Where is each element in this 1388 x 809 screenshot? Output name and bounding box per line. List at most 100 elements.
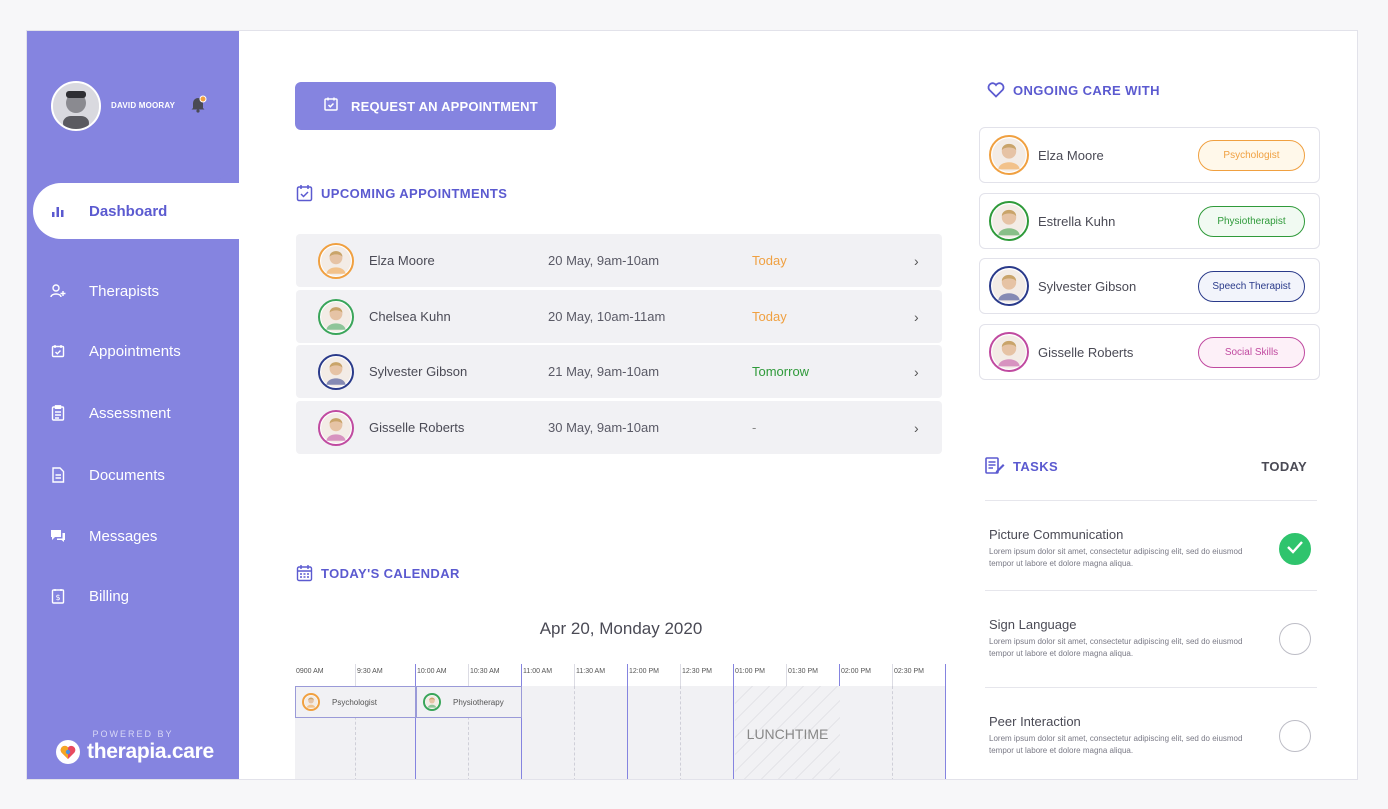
sidebar-item-label: Documents: [89, 466, 165, 484]
sidebar-item-label: Dashboard: [89, 202, 168, 220]
calendar-slot[interactable]: [681, 686, 734, 779]
svg-text:$: $: [55, 593, 60, 602]
calendar-event[interactable]: Psychologist: [295, 686, 416, 718]
calendar-check-icon: [296, 185, 313, 202]
sidebar-item-label: Messages: [89, 527, 158, 545]
bell-icon[interactable]: [189, 95, 207, 113]
appointment-time: 20 May, 10am-11am: [548, 309, 666, 324]
avatar: [302, 693, 320, 711]
therapist-name: Sylvester Gibson: [369, 364, 468, 379]
lunch-label: TIME: [794, 725, 829, 742]
care-row[interactable]: Estrella Kuhn Physiotherapist: [979, 193, 1320, 249]
task-title: Picture Communication: [989, 527, 1124, 542]
appointment-day: Today: [752, 309, 787, 324]
chat-icon: [47, 525, 69, 547]
clipboard-icon: [47, 402, 69, 424]
task-checkbox[interactable]: [1279, 720, 1311, 752]
calendar-slot[interactable]: [522, 686, 575, 779]
calendar-slot[interactable]: [575, 686, 628, 779]
task-checkbox[interactable]: [1279, 623, 1311, 655]
brand-logo: therapia.care: [55, 739, 214, 765]
task-checkbox[interactable]: [1279, 533, 1311, 565]
calendar-time-label: 11:00 AM: [522, 664, 575, 686]
section-title: TODAY'S CALENDAR: [321, 565, 460, 581]
care-row[interactable]: Elza Moore Psychologist: [979, 127, 1320, 183]
therapist-name: Estrella Kuhn: [1038, 213, 1116, 229]
therapist-name: Sylvester Gibson: [1038, 278, 1137, 294]
calendar-slot[interactable]: [628, 686, 681, 779]
role-badge: Psychologist: [1198, 139, 1305, 171]
section-title: ONGOING CARE WITH: [1013, 82, 1160, 98]
avatar: [423, 693, 441, 711]
sidebar-item-billing[interactable]: $ Billing: [27, 576, 239, 616]
calendar-time-label: 01:30 PM: [787, 664, 840, 686]
appointment-day: Today: [752, 253, 787, 268]
sidebar-item-label: Assessment: [89, 404, 171, 422]
appointment-row[interactable]: Elza Moore 20 May, 9am-10am Today ›: [296, 234, 942, 287]
calendar-time-label: 9:30 AM: [356, 664, 416, 686]
sidebar-item-therapists[interactable]: Therapists: [27, 271, 239, 311]
brand-name: therapia.care: [87, 740, 214, 763]
calendar-date: Apr 20, Monday 2020: [539, 619, 703, 638]
calendar-check-icon: [323, 96, 339, 117]
task-title: Sign Language: [989, 617, 1077, 632]
bar-chart-icon: [47, 200, 69, 222]
avatar: [318, 298, 354, 335]
task-item: Sign Language Lorem ipsum dolor sit amet,…: [985, 590, 1317, 678]
document-icon: [47, 464, 69, 486]
sidebar-item-label: Billing: [89, 587, 130, 605]
user-profile[interactable]: DAVID MOORAY: [27, 31, 239, 183]
calendar-slot[interactable]: [893, 686, 946, 779]
sidebar-item-label: Therapists: [89, 282, 160, 300]
sidebar-item-appointments[interactable]: Appointments: [27, 331, 239, 371]
calendar-check-icon: [47, 340, 69, 362]
sidebar-item-dashboard[interactable]: Dashboard: [27, 191, 239, 231]
care-row[interactable]: Sylvester Gibson Speech Therapist: [979, 258, 1320, 314]
avatar: [318, 353, 354, 390]
therapist-name: Gisselle Roberts: [1038, 344, 1134, 360]
sidebar: DAVID MOORAY Dashboard Therapists Appoin…: [27, 31, 239, 779]
task-item: Peer Interaction Lorem ipsum dolor sit am…: [985, 687, 1317, 775]
calendar-time-label: 02:00 PM: [840, 664, 893, 686]
day-calendar[interactable]: 0900 AM 9:30 AM 10:00 AM 10:30 AM 11:00 AM 11…: [295, 664, 947, 779]
appointment-row[interactable]: Sylvester Gibson 21 May, 9am-10am Tomorrow…: [296, 345, 942, 398]
lunch-label: LUNCH: [746, 725, 795, 742]
event-label: Physiotherapy: [453, 697, 504, 707]
sidebar-item-label: Appointments: [89, 342, 181, 360]
billing-icon: $: [47, 585, 69, 607]
therapist-name: Chelsea Kuhn: [369, 309, 451, 324]
app-frame: DAVID MOORAY Dashboard Therapists Appoin…: [26, 30, 1358, 780]
avatar: [989, 201, 1029, 241]
chevron-right-icon[interactable]: ›: [914, 309, 919, 325]
sidebar-item-documents[interactable]: Documents: [27, 455, 239, 495]
ongoing-care-heading: ONGOING CARE WITH: [987, 82, 1160, 98]
avatar[interactable]: [51, 81, 101, 131]
sidebar-item-messages[interactable]: Messages: [27, 516, 239, 556]
appointment-row[interactable]: Chelsea Kuhn 20 May, 10am-11am Today ›: [296, 290, 942, 343]
calendar-time-label: 12:00 PM: [628, 664, 681, 686]
sidebar-item-assessment[interactable]: Assessment: [27, 393, 239, 433]
role-badge: Speech Therapist: [1198, 270, 1305, 302]
task-item: Picture Communication Lorem ipsum dolor s…: [985, 500, 1317, 588]
appointment-day: -: [752, 420, 757, 435]
appointment-time: 30 May, 9am-10am: [548, 420, 660, 435]
calendar-time-label: 02:30 PM: [893, 664, 946, 686]
calendar-slot[interactable]: [840, 686, 893, 779]
appointment-day: Tomorrow: [752, 364, 810, 379]
appointment-time: 21 May, 9am-10am: [548, 364, 660, 379]
todays-calendar-heading: TODAY'S CALENDAR: [296, 564, 460, 582]
task-description: Lorem ipsum dolor sit amet, consectetur …: [989, 547, 1243, 568]
chevron-right-icon[interactable]: ›: [914, 253, 919, 269]
avatar: [989, 266, 1029, 306]
tasks-header: TASKS TODAY: [985, 457, 1317, 475]
appointment-row[interactable]: Gisselle Roberts 30 May, 9am-10am - ›: [296, 401, 942, 454]
chevron-right-icon[interactable]: ›: [914, 420, 919, 436]
request-appointment-label: REQUEST AN APPOINTMENT: [351, 98, 538, 114]
request-appointment-button[interactable]: REQUEST AN APPOINTMENT: [295, 82, 556, 130]
calendar-event[interactable]: Physiotherapy: [416, 686, 522, 718]
calendar-time-label: 10:00 AM: [416, 664, 469, 686]
care-row[interactable]: Gisselle Roberts Social Skills: [979, 324, 1320, 380]
tasks-icon: [985, 457, 1005, 474]
upcoming-appointments-heading: UPCOMING APPOINTMENTS: [296, 184, 507, 202]
chevron-right-icon[interactable]: ›: [914, 364, 919, 380]
